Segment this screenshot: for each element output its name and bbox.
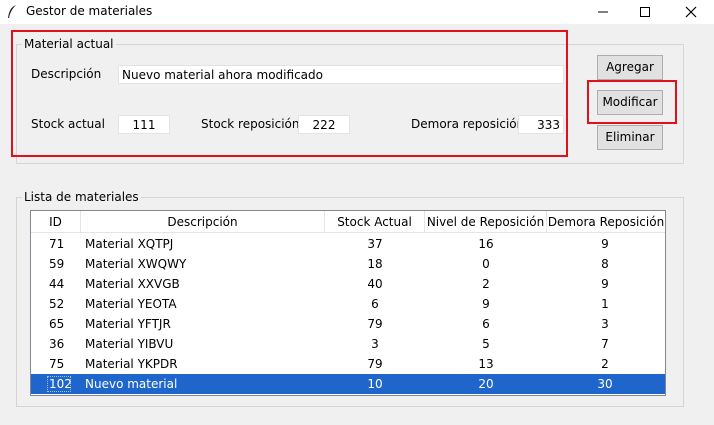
description-input[interactable]: Nuevo material ahora modificado — [118, 65, 564, 84]
table-row[interactable]: 52 Material YEOTA 6 9 1 — [31, 294, 665, 314]
table-row[interactable]: 71 Material XQTPJ 37 16 9 — [31, 234, 665, 254]
cell-id: 59 — [49, 257, 65, 271]
cell-description: Nuevo material — [85, 377, 178, 391]
cell-reposition-delay: 2 — [601, 357, 609, 371]
modify-button-highlight — [587, 80, 677, 124]
minimize-icon — [598, 11, 608, 13]
cell-reposition-level: 2 — [482, 277, 490, 291]
maximize-button[interactable] — [622, 0, 668, 24]
cell-reposition-level: 20 — [478, 377, 494, 391]
cell-description: Material YEOTA — [85, 297, 177, 311]
table-row-selected[interactable]: 102 Nuevo material 10 20 30 — [31, 374, 665, 394]
cell-stock: 6 — [371, 297, 379, 311]
minimize-button[interactable] — [580, 0, 626, 24]
maximize-icon — [640, 7, 650, 17]
stock-input[interactable]: 111 — [118, 115, 170, 134]
reposition-delay-input[interactable]: 333 — [518, 115, 564, 134]
reposition-stock-input[interactable]: 222 — [298, 115, 350, 134]
cell-id: 102 — [49, 377, 72, 391]
column-header-stock[interactable]: Stock Actual — [325, 211, 425, 233]
cell-reposition-level: 5 — [482, 337, 490, 351]
table-row[interactable]: 36 Material YIBVU 3 5 7 — [31, 334, 665, 354]
table-row[interactable]: 75 Material YKPDR 79 13 2 — [31, 354, 665, 374]
materials-list-group-label: Lista de materiales — [22, 190, 141, 204]
cell-stock: 79 — [367, 357, 383, 371]
table-row[interactable]: 59 Material XWQWY 18 0 8 — [31, 254, 665, 274]
cell-reposition-delay: 1 — [601, 297, 609, 311]
cell-description: Material XWQWY — [85, 257, 187, 271]
materials-table[interactable]: ID Descripción Stock Actual Nivel de Rep… — [30, 210, 666, 396]
cell-reposition-delay: 9 — [601, 277, 609, 291]
table-header: ID Descripción Stock Actual Nivel de Rep… — [31, 211, 665, 233]
reposition-delay-label: Demora reposición — [411, 117, 525, 131]
cell-description: Material XXVGB — [85, 277, 180, 291]
table-row[interactable]: 65 Material YFTJR 79 6 3 — [31, 314, 665, 334]
column-header-reposition-delay[interactable]: Demora Reposición — [547, 211, 665, 233]
window-title: Gestor de materiales — [26, 4, 153, 18]
column-header-description[interactable]: Descripción — [81, 211, 325, 233]
cell-id: 52 — [49, 297, 65, 311]
cell-reposition-delay: 9 — [601, 237, 609, 251]
cell-reposition-level: 16 — [478, 237, 494, 251]
column-header-id[interactable]: ID — [31, 211, 81, 233]
current-material-highlight — [11, 30, 568, 157]
cell-reposition-delay: 3 — [601, 317, 609, 331]
reposition-stock-label: Stock reposición — [201, 117, 300, 131]
cell-description: Material YIBVU — [85, 337, 174, 351]
cell-description: Material YKPDR — [85, 357, 178, 371]
feather-icon — [8, 5, 16, 18]
column-header-reposition-level[interactable]: Nivel de Reposición — [425, 211, 547, 233]
cell-reposition-delay: 8 — [601, 257, 609, 271]
cell-stock: 18 — [367, 257, 383, 271]
cell-stock: 10 — [367, 377, 383, 391]
cell-reposition-level: 13 — [478, 357, 494, 371]
cell-stock: 3 — [371, 337, 379, 351]
cell-stock: 79 — [367, 317, 383, 331]
cell-reposition-level: 6 — [482, 317, 490, 331]
cell-stock: 40 — [367, 277, 383, 291]
add-button[interactable]: Agregar — [597, 55, 663, 80]
cell-description: Material XQTPJ — [85, 237, 174, 251]
table-row[interactable]: 44 Material XXVGB 40 2 9 — [31, 274, 665, 294]
description-label: Descripción — [31, 67, 102, 81]
cell-description: Material YFTJR — [85, 317, 171, 331]
cell-reposition-delay: 30 — [597, 377, 613, 391]
cell-reposition-level: 0 — [482, 257, 490, 271]
close-button[interactable] — [668, 0, 714, 24]
title-bar: Gestor de materiales — [0, 0, 714, 24]
cell-id: 44 — [49, 277, 65, 291]
cell-id: 75 — [49, 357, 65, 371]
cell-reposition-level: 9 — [482, 297, 490, 311]
cell-reposition-delay: 7 — [601, 337, 609, 351]
delete-button[interactable]: Eliminar — [597, 125, 663, 150]
cell-id: 65 — [49, 317, 65, 331]
cell-id: 36 — [49, 337, 65, 351]
stock-label: Stock actual — [31, 117, 105, 131]
close-icon — [685, 6, 697, 18]
cell-stock: 37 — [367, 237, 383, 251]
cell-id: 71 — [49, 237, 65, 251]
